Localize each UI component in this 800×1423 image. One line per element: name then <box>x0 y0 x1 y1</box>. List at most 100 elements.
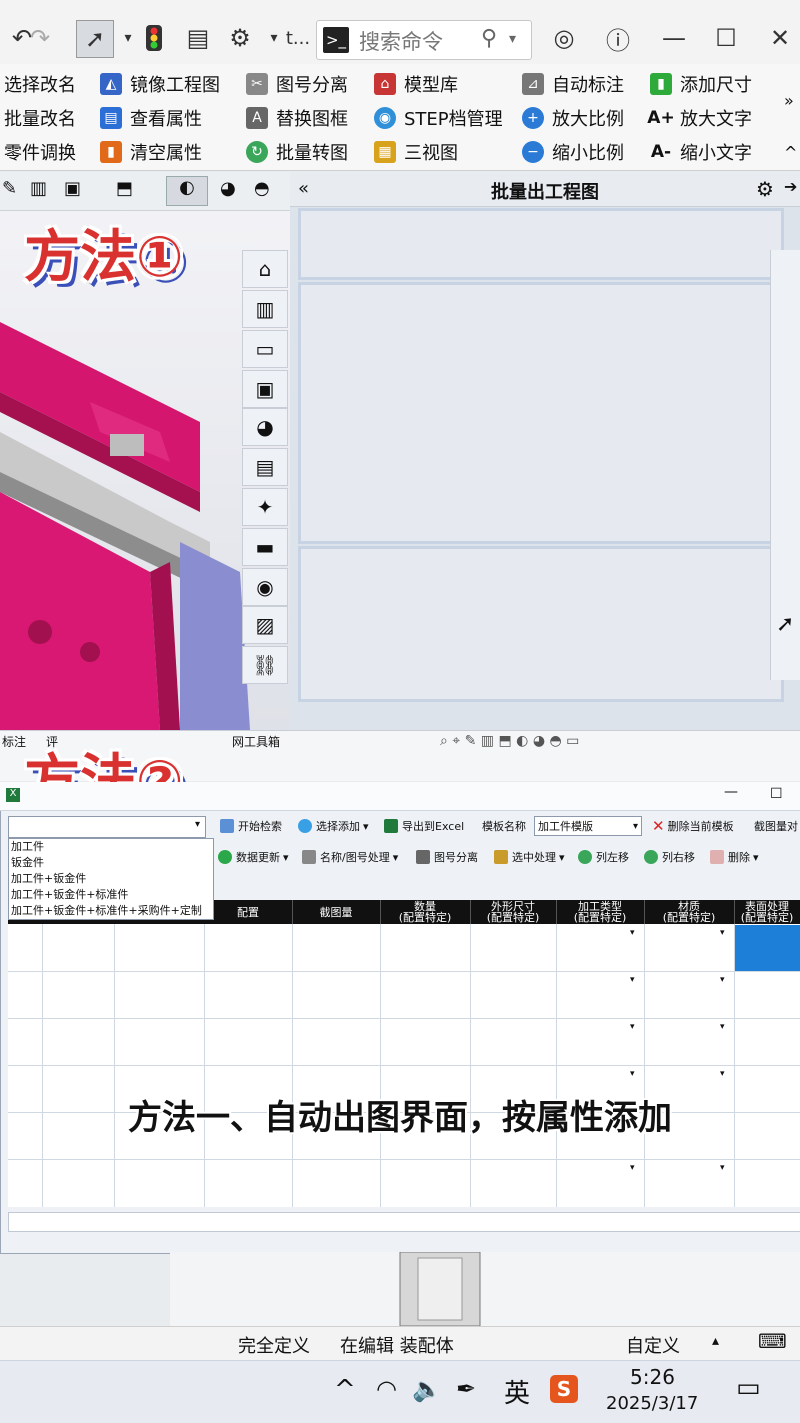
data-grid[interactable]: ▾ ▾ ▾ ▾ ▾ ▾ ▾ ▾ ▾ ▾ <box>8 924 800 1207</box>
column-header[interactable]: 材质 (配置特定) <box>644 900 735 924</box>
folder-icon[interactable]: ▭ <box>242 330 288 368</box>
units-custom[interactable]: 自定义 <box>626 1332 680 1358</box>
select-add-button[interactable]: 选择添加 ▾ <box>298 814 369 838</box>
scene-icon[interactable]: ◓ <box>254 178 270 199</box>
pen-icon[interactable]: ✒ <box>456 1375 476 1403</box>
mirror-drawing-button[interactable]: ◭ 镜像工程图 <box>100 68 220 100</box>
batch-rename-button[interactable]: 批量改名 <box>4 102 76 134</box>
tab-annotation[interactable]: 标注 <box>2 733 26 750</box>
column-header[interactable]: 数量 (配置特定) <box>380 900 471 924</box>
search-icon[interactable]: ⚲ <box>481 26 497 51</box>
cell-dropdown-icon[interactable]: ▾ <box>720 1163 725 1173</box>
tag-icon[interactable]: ⌨ <box>758 1329 787 1353</box>
speaker-icon[interactable]: 🔈 <box>412 1375 442 1403</box>
pin-icon[interactable]: ➔ <box>784 177 797 196</box>
redo-icon[interactable]: ↷ <box>22 20 58 56</box>
dropdown-option[interactable]: 加工件+钣金件 <box>9 871 213 887</box>
drawing-check-icon[interactable]: ▨ <box>242 606 288 644</box>
maximize-icon[interactable]: ☐ <box>770 786 783 802</box>
section-view-icon[interactable]: ▣ <box>64 178 81 199</box>
appearance-icon[interactable]: ◕ <box>220 178 236 199</box>
model-library-button[interactable]: ⌂ 模型库 <box>374 68 458 100</box>
add-dimension-button[interactable]: ▮ 添加尺寸 <box>650 68 752 100</box>
sogou-input-icon[interactable]: S <box>550 1375 578 1403</box>
wifi-icon[interactable]: ◠ <box>376 1375 397 1403</box>
minimize-icon[interactable]: — <box>656 20 692 56</box>
enlarge-text-button[interactable]: A+ 放大文字 <box>647 102 752 134</box>
part-icon[interactable]: ▥ <box>30 178 47 199</box>
cell-dropdown-icon[interactable]: ▾ <box>720 1069 725 1079</box>
step-manager-button[interactable]: ◉ STEP档管理 <box>374 102 503 134</box>
start-search-button[interactable]: 开始检索 <box>220 814 282 838</box>
cell-dropdown-icon[interactable]: ▾ <box>630 1163 635 1173</box>
chevron-up-icon[interactable]: ▴ <box>712 1333 719 1349</box>
delete-button[interactable]: 删除 ▾ <box>710 845 759 869</box>
dropdown-option[interactable]: 加工件+钣金件+标准件+采购件+定制 <box>9 903 213 919</box>
cube-view-icon[interactable]: ⬒ <box>116 178 133 199</box>
replace-frame-button[interactable]: A 替换图框 <box>246 102 348 134</box>
dropdown-option[interactable]: 加工件 <box>9 839 213 855</box>
filter-dropdown-list[interactable]: 加工件 钣金件 加工件+钣金件 加工件+钣金件+标准件 加工件+钣金件+标准件+… <box>8 838 214 920</box>
selected-process-button[interactable]: 选中处理 ▾ <box>494 845 565 869</box>
shrink-text-button[interactable]: A- 缩小文字 <box>650 136 752 168</box>
move-column-left-button[interactable]: 列左移 <box>578 845 629 869</box>
gear-icon[interactable]: ⚙ <box>756 177 774 201</box>
column-header[interactable]: 表面处理 (配置特定) <box>734 900 800 924</box>
cell-dropdown-icon[interactable]: ▾ <box>630 928 635 938</box>
template-select[interactable]: 加工件模版 ▾ <box>534 816 642 836</box>
move-column-right-button[interactable]: 列右移 <box>644 845 695 869</box>
collapse-ribbon-icon[interactable]: ^ <box>784 136 797 168</box>
select-pointer-icon[interactable]: ➚ <box>76 20 114 58</box>
minimize-icon[interactable]: — <box>724 784 738 800</box>
cell-dropdown-icon[interactable]: ▾ <box>630 1022 635 1032</box>
help-icon[interactable]: ⓘ <box>600 20 636 56</box>
dropdown-option[interactable]: 加工件+钣金件+标准件 <box>9 887 213 903</box>
briefcase-icon[interactable]: ▬ <box>242 528 288 566</box>
three-view-button[interactable]: ▦ 三视图 <box>374 136 458 168</box>
cell-dropdown-icon[interactable]: ▾ <box>720 928 725 938</box>
split-drawing-number-button[interactable]: ✂ 图号分离 <box>246 68 348 100</box>
view-properties-button[interactable]: ▤ 查看属性 <box>100 102 202 134</box>
show-hidden-icons-chevron[interactable]: ^ <box>334 1375 356 1405</box>
column-header[interactable]: 加工类型 (配置特定) <box>556 900 645 924</box>
list-icon[interactable]: ▤ <box>180 20 216 56</box>
clear-properties-button[interactable]: ▮ 清空属性 <box>100 136 202 168</box>
command-search-input[interactable]: >_ 搜索命令 ⚲ ▾ <box>316 20 532 60</box>
split-number-button[interactable]: 图号分离 <box>416 845 478 869</box>
ime-language[interactable]: 英 <box>504 1373 530 1410</box>
close-icon[interactable]: ✕ <box>762 20 798 56</box>
screenshot-button[interactable]: 截图量对 <box>754 814 798 838</box>
chevron-down-icon[interactable]: ▾ <box>509 31 516 47</box>
cell-dropdown-icon[interactable]: ▾ <box>630 1069 635 1079</box>
export-excel-button[interactable]: 导出到Excel <box>384 814 464 838</box>
ribbon-more-icon[interactable]: » <box>784 84 794 116</box>
delete-template-button[interactable]: ✕ 删除当前模板 <box>652 814 734 838</box>
column-header[interactable]: 截图量 <box>292 900 381 924</box>
batch-convert-button[interactable]: ↻ 批量转图 <box>246 136 348 168</box>
part-library-icon[interactable]: ▥ <box>242 290 288 328</box>
maximize-icon[interactable]: ☐ <box>708 20 744 56</box>
gear-icon[interactable]: ⚙ <box>222 20 258 56</box>
auto-dimension-button[interactable]: ⊿ 自动标注 <box>522 68 624 100</box>
link-icon[interactable]: ⛓ <box>242 646 288 684</box>
filter-combobox[interactable]: ▾ <box>8 816 206 838</box>
selected-cell[interactable] <box>735 925 800 971</box>
toolbox-icon[interactable]: ✦ <box>242 488 288 526</box>
traffic-light-icon[interactable] <box>136 20 172 56</box>
bolt-icon[interactable]: ◉ <box>242 568 288 606</box>
home-icon[interactable]: ⌂ <box>242 250 288 288</box>
rename-select-button[interactable]: 选择改名 <box>4 68 76 100</box>
cell-dropdown-icon[interactable]: ▾ <box>630 975 635 985</box>
cell-dropdown-icon[interactable]: ▾ <box>720 975 725 985</box>
user-icon[interactable]: ◎ <box>546 20 582 56</box>
color-wheel-icon[interactable]: ◕ <box>242 408 288 446</box>
zoom-out-scale-button[interactable]: − 缩小比例 <box>522 136 624 168</box>
notification-icon[interactable]: ▭ <box>736 1373 761 1403</box>
display-style-icon[interactable]: ◐ <box>166 176 208 206</box>
tab-toolbox[interactable]: 网工具箱 <box>232 733 280 750</box>
column-header[interactable]: 外形尺寸 (配置特定) <box>470 900 557 924</box>
dropdown-option[interactable]: 钣金件 <box>9 855 213 871</box>
chevron-down-icon[interactable]: ▾ <box>195 819 200 830</box>
properties-list-icon[interactable]: ▤ <box>242 448 288 486</box>
name-process-button[interactable]: 名称/图号处理 ▾ <box>302 845 398 869</box>
